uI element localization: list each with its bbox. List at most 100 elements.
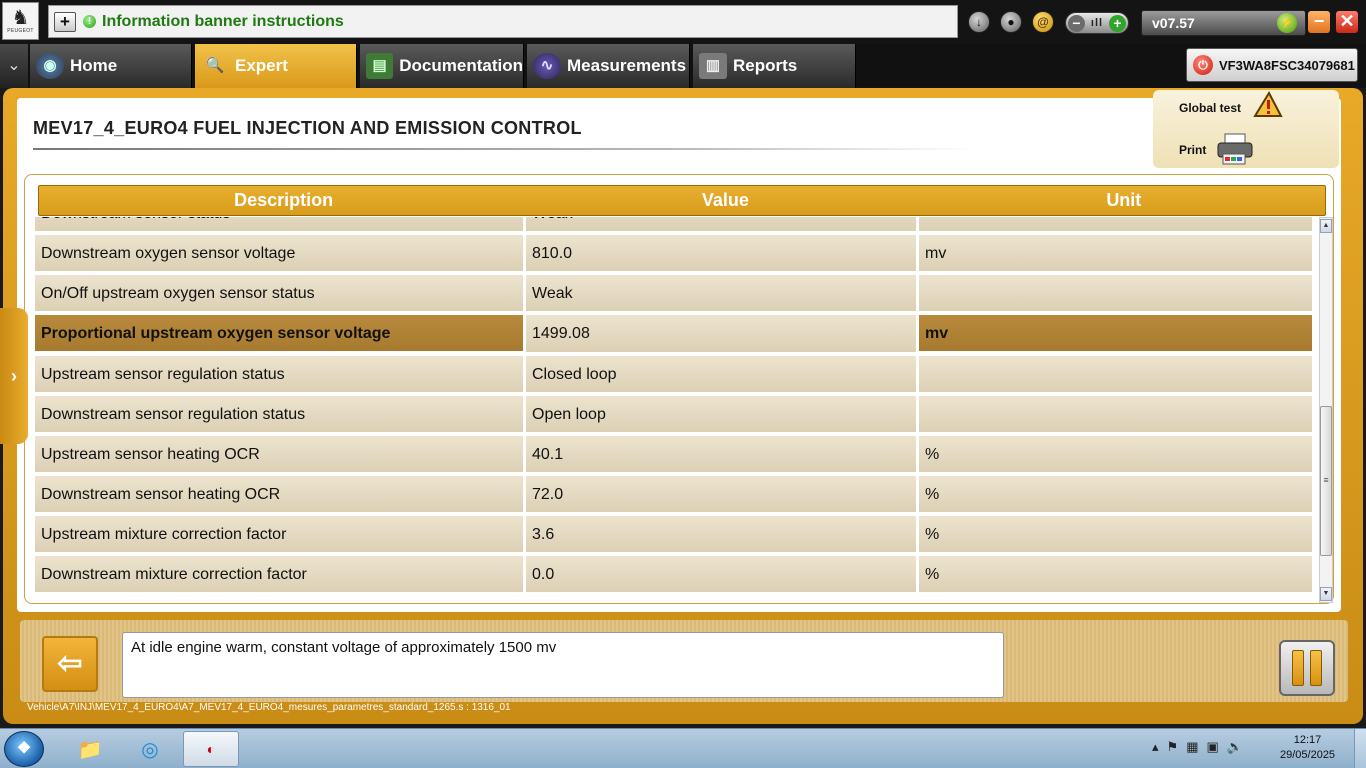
signal-level-control[interactable]: − ıll + [1065,12,1129,34]
tab-reports-label: Reports [733,56,798,75]
minimize-button[interactable]: − [1308,11,1330,33]
tab-home-label: Home [70,56,118,75]
minus-icon[interactable]: − [1068,14,1085,32]
table-row[interactable]: Upstream sensor regulation status Closed… [35,356,1312,393]
header-value: Value [701,190,749,210]
pause-button[interactable] [1279,640,1335,696]
row-value: Weak [526,217,919,232]
header-unit: Unit [1106,190,1142,210]
row-description: Upstream sensor regulation status [35,356,526,393]
row-unit: % [925,446,940,463]
print-button[interactable]: Print [1179,143,1206,157]
user-icon[interactable]: ● [1000,11,1022,33]
printer-icon[interactable] [1215,132,1255,166]
row-unit: mv [925,325,949,342]
row-unit [919,356,1312,393]
tab-reports[interactable]: ▥ Reports [693,44,856,88]
edge-browser-button[interactable]: ◎ [122,731,178,767]
scroll-up-icon[interactable]: ▲ [1320,219,1332,233]
table-row[interactable]: Downstream mixture correction factor 0.0… [35,556,1312,593]
parameters-table: Description Value Unit Downstream sensor… [24,174,1334,604]
pause-icon [1292,650,1304,686]
email-icon[interactable]: @ [1032,11,1054,33]
row-value: 40.1 [526,436,919,473]
network-icon[interactable]: ▦ [1186,739,1206,754]
tab-measurements-label: Measurements [567,56,687,75]
back-button[interactable]: ⇦ [42,636,98,692]
tab-expert[interactable]: 🔍 Expert [195,44,357,88]
row-unit: mv [925,245,947,262]
row-value: Closed loop [526,356,919,393]
row-unit [919,217,1312,232]
side-panel-toggle[interactable]: › [0,308,28,444]
tab-home[interactable]: ◉ Home [30,44,192,88]
brand-logo: ♞ PEUGEOT [2,2,39,40]
main-navigation: ⌄ ◉ Home 🔍 Expert ▤ Documentation ∿ Meas… [0,44,1366,88]
row-value: 1499.08 [526,315,919,352]
flag-icon[interactable]: ⚑ [1167,739,1187,754]
expand-banner-button[interactable]: + [54,11,76,32]
row-value: 72.0 [526,476,919,513]
table-row[interactable]: Upstream sensor heating OCR 40.1 % [35,436,1312,473]
table-row-selected[interactable]: Proportional upstream oxygen sensor volt… [35,315,1312,352]
table-row[interactable]: Downstream sensor regulation status Open… [35,396,1312,433]
tab-measurements[interactable]: ∿ Measurements [527,44,690,88]
folder-icon: 📁 [77,738,103,761]
volume-icon[interactable]: 🔈 [1227,739,1251,754]
file-explorer-button[interactable]: 📁 [62,731,118,767]
magnifier-icon: 🔍 [205,57,225,74]
info-bar: ⇦ At idle engine warm, constant voltage … [20,620,1348,702]
system-tray[interactable]: ▴⚑▦▣🔈 [1152,739,1251,755]
diagbox-app-button[interactable]: ◐ [183,731,239,767]
title-divider [33,148,973,150]
show-desktop-button[interactable] [1354,729,1366,768]
scroll-down-icon[interactable]: ▼ [1320,587,1332,601]
lion-icon: ♞ [11,7,30,29]
version-label: v07.57 [1152,15,1195,31]
row-description: Upstream mixture correction factor [35,516,526,553]
table-row[interactable]: Downstream sensor status Weak [35,217,1312,232]
row-description: Proportional upstream oxygen sensor volt… [35,315,526,352]
plus-icon[interactable]: + [1108,14,1126,32]
pause-icon [1310,650,1322,686]
close-button[interactable]: ✕ [1336,11,1358,33]
table-row[interactable]: Downstream oxygen sensor voltage 810.0 m… [35,235,1312,272]
diagbox-icon: ◐ [206,741,216,757]
row-value: Open loop [526,396,919,433]
download-icon[interactable]: ↓ [968,11,990,33]
start-button[interactable]: ❖ [4,731,44,767]
signal-bars-icon: ıll [1090,17,1104,29]
row-value: 0.0 [526,556,919,593]
clock[interactable]: 12:17 29/05/2025 [1280,733,1335,763]
global-test-button[interactable]: Global test [1179,101,1241,115]
table-row[interactable]: Downstream sensor heating OCR 72.0 % [35,476,1312,513]
banner-text: Information banner instructions [102,12,344,30]
vehicle-vin-button[interactable]: ⏻ VF3WA8FSC34079681 [1186,48,1358,82]
tab-expert-label: Expert [235,56,288,75]
main-frame: MEV17_4_EURO4 FUEL INJECTION AND EMISSIO… [3,88,1363,724]
edge-icon: ◎ [141,738,159,761]
row-unit: % [925,486,940,503]
chevron-right-icon: › [11,366,17,386]
scrollbar-thumb[interactable]: ≡ [1320,406,1332,556]
report-icon: ▥ [699,53,727,79]
warning-icon[interactable] [1251,90,1285,120]
row-value: Weak [526,275,919,312]
home-icon: ◉ [36,53,64,79]
table-scrollbar[interactable]: ▲ ≡ ▼ [1319,217,1333,603]
power-icon: ⏻ [1193,55,1213,75]
table-row[interactable]: On/Off upstream oxygen sensor status Wea… [35,275,1312,312]
row-value: 3.6 [526,516,919,553]
tray-expand-icon[interactable]: ▴ [1152,739,1167,754]
plug-icon: ⚡ [1277,13,1297,33]
row-unit [919,275,1312,312]
tab-documentation[interactable]: ▤ Documentation [360,44,524,88]
clock-date: 29/05/2025 [1280,749,1336,761]
table-row[interactable]: Upstream mixture correction factor 3.6 % [35,516,1312,553]
row-unit: % [925,566,940,583]
nav-menu-chevron-icon[interactable]: ⌄ [0,44,28,88]
usb-icon[interactable]: ▣ [1206,739,1226,754]
book-icon: ▤ [366,53,394,79]
info-message: At idle engine warm, constant voltage of… [122,632,1004,698]
version-indicator: v07.57 ⚡ [1141,10,1306,36]
